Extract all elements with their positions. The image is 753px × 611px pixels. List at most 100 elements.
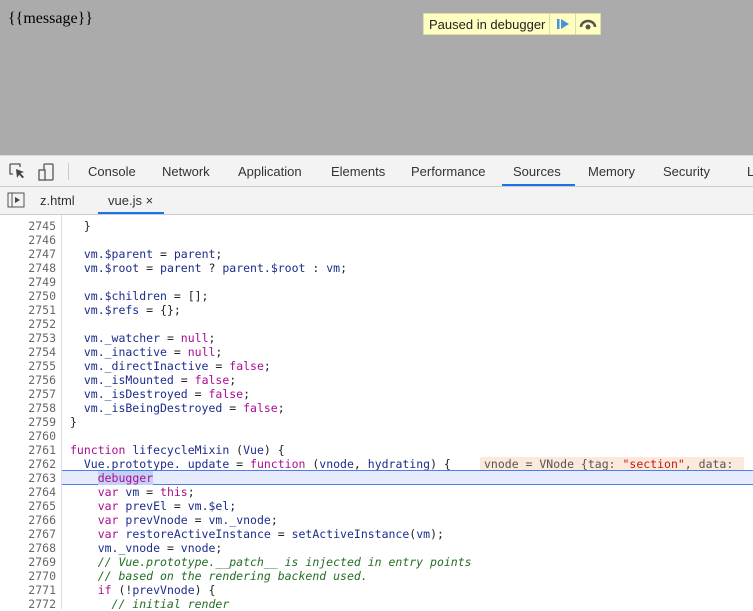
tab-console[interactable]: Console	[88, 164, 136, 179]
code-token: null	[180, 331, 209, 345]
tab-elements[interactable]: Elements	[331, 164, 385, 179]
line-number[interactable]: 2758	[0, 401, 56, 415]
code-line: vm.$refs = {};	[70, 303, 181, 317]
code-token: vm.$refs	[70, 303, 147, 317]
line-number[interactable]: 2765	[0, 499, 56, 513]
code-token: vnode	[180, 541, 216, 555]
inline-value-str: "section"	[622, 457, 685, 471]
code-line: vm._isMounted = false;	[70, 373, 236, 387]
code-line: // Vue.prototype.__patch__ is injected i…	[70, 555, 472, 569]
code-token: ;	[187, 485, 195, 499]
line-number[interactable]: 2759	[0, 415, 56, 429]
line-number[interactable]: 2770	[0, 569, 56, 583]
step-over-icon[interactable]	[575, 14, 600, 34]
code-line: }	[70, 415, 77, 429]
line-number[interactable]: 2745	[0, 219, 56, 233]
resume-icon[interactable]	[550, 14, 575, 34]
code-token: setActiveInstance	[291, 527, 410, 541]
tab-sources[interactable]: Sources	[513, 164, 561, 179]
line-number[interactable]: 2761	[0, 443, 56, 457]
line-number[interactable]: 2754	[0, 345, 56, 359]
code-token: var	[70, 485, 126, 499]
inline-value-key: tag:	[587, 457, 623, 471]
code-token: this	[160, 485, 188, 499]
code-token: =	[180, 373, 195, 387]
line-number[interactable]: 2760	[0, 429, 56, 443]
line-number[interactable]: 2752	[0, 317, 56, 331]
code-token: // Vue.prototype.__patch__ is injected i…	[70, 555, 472, 569]
code-token: false	[243, 401, 278, 415]
line-number[interactable]: 2748	[0, 261, 56, 275]
code-line: }	[70, 219, 91, 233]
line-number[interactable]: 2762	[0, 457, 56, 471]
line-number[interactable]: 2755	[0, 359, 56, 373]
file-tab-z-html[interactable]: z.html	[40, 193, 75, 208]
line-number[interactable]: 2753	[0, 331, 56, 345]
code-line: var vm = this;	[70, 485, 195, 499]
code-editor[interactable]: 2745 2746 2747 2748 2749 2750 2751 2752 2753 2754…	[0, 215, 753, 611]
file-tab-label: vue.js	[108, 193, 142, 208]
line-number[interactable]: 2757	[0, 387, 56, 401]
file-tabs: z.html vue.js ×	[0, 187, 753, 215]
code-token: vm.$root	[70, 261, 147, 275]
code-token: ) {	[263, 443, 285, 457]
devtools-toolbar: Console Network Application Elements Per…	[0, 155, 753, 187]
paused-label: Paused in debugger	[424, 14, 551, 34]
line-number[interactable]: 2747	[0, 247, 56, 261]
code-token: ) {	[194, 583, 216, 597]
code-line: var restoreActiveInstance = setActiveIns…	[70, 527, 444, 541]
line-number[interactable]: 2756	[0, 373, 56, 387]
debugger-statement: debugger	[97, 471, 154, 485]
code-token: vnode	[319, 457, 354, 471]
line-number[interactable]: 2767	[0, 527, 56, 541]
tab-network[interactable]: Network	[162, 164, 210, 179]
code-token: parent	[160, 261, 209, 275]
code-token: // based on the rendering backend used.	[70, 569, 368, 583]
code-token: :	[312, 261, 327, 275]
code-token: =	[194, 387, 209, 401]
line-number[interactable]: 2769	[0, 555, 56, 569]
code-token: = {};	[146, 303, 181, 317]
line-number[interactable]: 2771	[0, 583, 56, 597]
code-line: vm._isBeingDestroyed = false;	[70, 401, 285, 415]
code-token: vm.$parent	[70, 247, 161, 261]
code-token: ;	[340, 261, 348, 275]
code-token: function	[250, 457, 313, 471]
line-number[interactable]: 2764	[0, 485, 56, 499]
code-token: =	[146, 485, 161, 499]
code-line: function lifecycleMixin (Vue) {	[70, 443, 285, 457]
line-number[interactable]: 2746	[0, 233, 56, 247]
code-token: false	[229, 359, 264, 373]
close-icon[interactable]: ×	[146, 193, 154, 208]
inspect-element-icon[interactable]	[9, 163, 26, 183]
line-number[interactable]: 2750	[0, 289, 56, 303]
tab-more[interactable]: L	[747, 164, 753, 179]
device-toolbar-icon[interactable]	[38, 163, 55, 184]
code-token: vm._isBeingDestroyed	[70, 401, 230, 415]
code-token: ?	[208, 261, 223, 275]
code-token: );	[430, 527, 444, 541]
code-token: vm	[125, 485, 147, 499]
toolbar-divider	[68, 163, 69, 180]
code-token: vm.$children	[70, 289, 174, 303]
line-number[interactable]: 2749	[0, 275, 56, 289]
toggle-navigator-icon[interactable]	[7, 192, 25, 211]
tab-security[interactable]: Security	[663, 164, 710, 179]
code-token: ) {	[430, 457, 451, 471]
line-gutter[interactable]: 2745 2746 2747 2748 2749 2750 2751 2752 2753 2754…	[0, 215, 62, 611]
code-token: vm._vnode	[208, 513, 271, 527]
line-number[interactable]: 2768	[0, 541, 56, 555]
code-token: =	[194, 513, 209, 527]
line-number[interactable]: 2751	[0, 303, 56, 317]
line-number[interactable]: 2766	[0, 513, 56, 527]
code-token: vm	[326, 261, 341, 275]
tab-application[interactable]: Application	[238, 164, 302, 179]
tab-memory[interactable]: Memory	[588, 164, 635, 179]
line-number[interactable]: 2763	[0, 471, 56, 485]
tab-performance[interactable]: Performance	[411, 164, 485, 179]
file-tab-vue-js[interactable]: vue.js ×	[108, 193, 153, 208]
code-token: ;	[243, 387, 251, 401]
code-line: debugger	[70, 471, 154, 485]
code-token: restoreActiveInstance	[125, 527, 278, 541]
